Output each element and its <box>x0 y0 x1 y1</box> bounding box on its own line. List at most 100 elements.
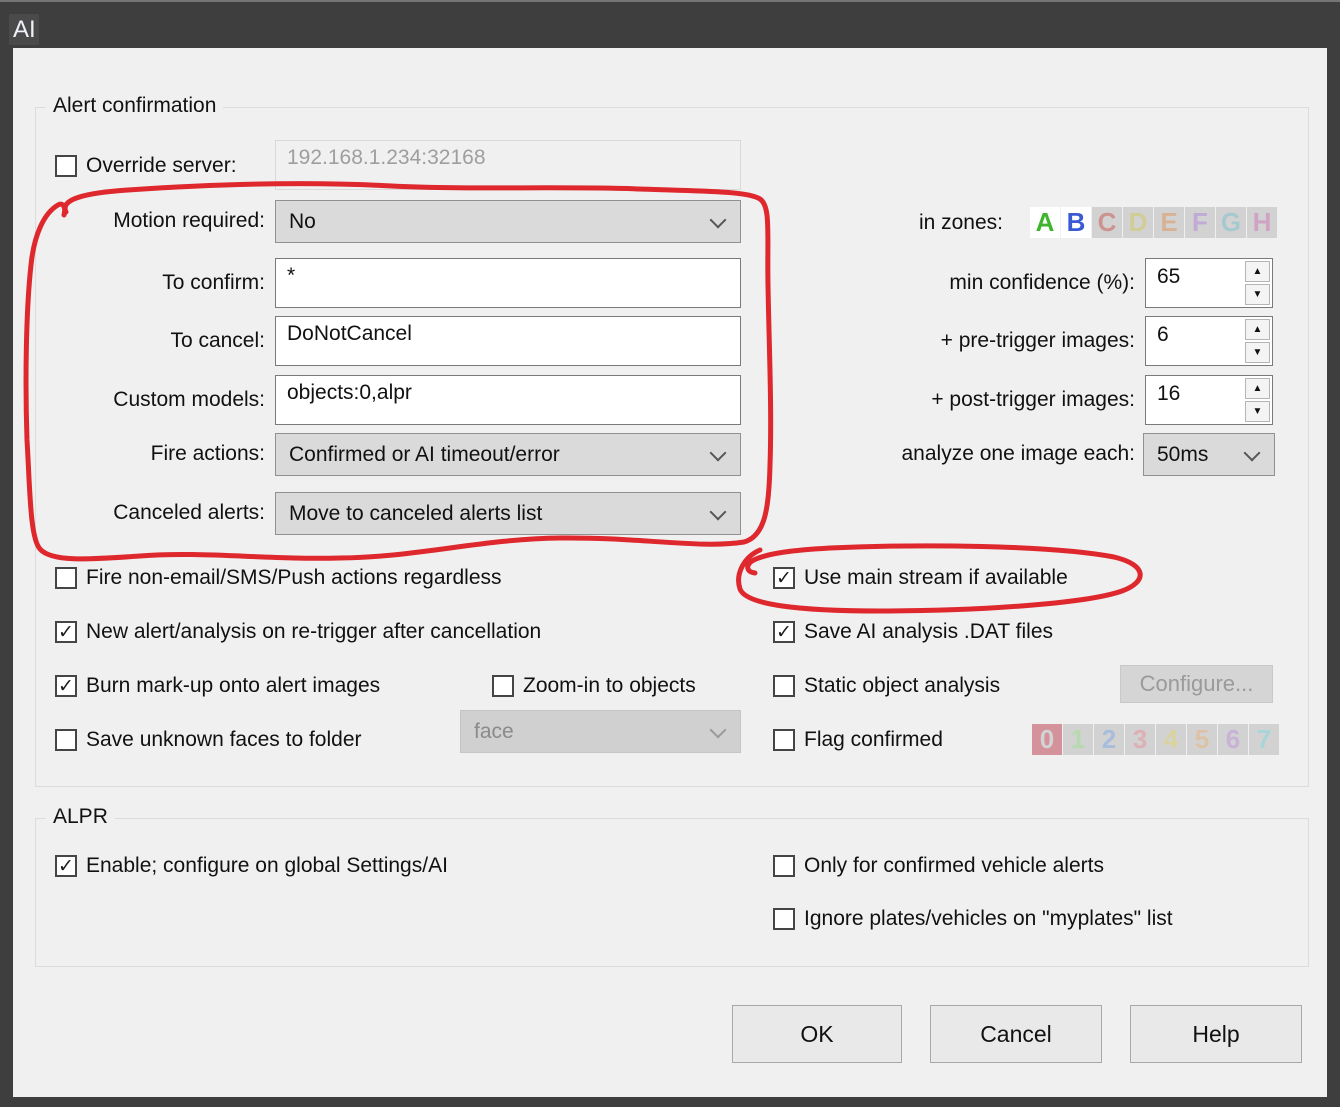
flag-digit-tile-4[interactable]: 4 <box>1156 724 1186 755</box>
flag-digit-tile-3[interactable]: 3 <box>1125 724 1155 755</box>
flag-digit-tile-5[interactable]: 5 <box>1187 724 1217 755</box>
checkbox-box[interactable]: ✓ <box>55 621 77 643</box>
use-main-stream-checkbox[interactable]: ✓ Use main stream if available <box>773 566 1068 590</box>
zone-tile-c[interactable]: C <box>1092 207 1122 238</box>
chevron-down-icon <box>710 721 727 738</box>
post-trigger-label: + post-trigger images: <box>775 388 1135 412</box>
flag-digit-tile-7[interactable]: 7 <box>1249 724 1279 755</box>
ok-button[interactable]: OK <box>732 1005 902 1063</box>
flag-digit-tile-2[interactable]: 2 <box>1094 724 1124 755</box>
chevron-down-icon <box>710 503 727 520</box>
override-server-label: Override server: <box>86 154 237 178</box>
checkbox-label: Save AI analysis .DAT files <box>804 620 1053 644</box>
zone-tile-f[interactable]: F <box>1185 207 1215 238</box>
custom-models-label: Custom models: <box>35 388 265 412</box>
chevron-down-icon <box>1244 444 1261 461</box>
zone-tile-d[interactable]: D <box>1123 207 1153 238</box>
motion-required-label: Motion required: <box>35 209 265 233</box>
checkbox-label: Static object analysis <box>804 674 1000 698</box>
checkbox-box[interactable]: ✓ <box>773 621 795 643</box>
checkbox-box[interactable] <box>773 675 795 697</box>
pre-trigger-spinner[interactable]: 6 ▲▼ <box>1145 316 1273 366</box>
min-confidence-spinner[interactable]: 65 ▲▼ <box>1145 258 1273 308</box>
flag-digit-tile-6[interactable]: 6 <box>1218 724 1248 755</box>
alpr-ignore-plates-checkbox[interactable]: Ignore plates/vehicles on "myplates" lis… <box>773 907 1173 931</box>
zone-tiles: ABCDEFGH <box>1030 207 1277 238</box>
flag-digit-tiles: 01234567 <box>1032 724 1279 755</box>
checkbox-box[interactable] <box>773 855 795 877</box>
pre-trigger-value[interactable]: 6 <box>1157 323 1169 347</box>
to-confirm-label: To confirm: <box>35 271 265 295</box>
override-server-checkbox[interactable]: Override server: <box>55 154 237 178</box>
checkbox-box[interactable]: ✓ <box>55 855 77 877</box>
checkbox-box[interactable]: ✓ <box>55 675 77 697</box>
cancel-button[interactable]: Cancel <box>930 1005 1102 1063</box>
checkbox-label: Zoom-in to objects <box>523 674 696 698</box>
checkbox-label: Use main stream if available <box>804 566 1068 590</box>
canceled-alerts-value: Move to canceled alerts list <box>289 502 542 526</box>
configure-button: Configure... <box>1120 665 1273 703</box>
checkbox-box[interactable] <box>492 675 514 697</box>
zone-tile-h[interactable]: H <box>1247 207 1277 238</box>
flag-digit-tile-1[interactable]: 1 <box>1063 724 1093 755</box>
checkbox-label: Enable; configure on global Settings/AI <box>86 854 448 878</box>
checkbox-box[interactable] <box>55 729 77 751</box>
override-server-field[interactable]: 192.168.1.234:32168 <box>275 140 741 190</box>
checkbox-label: Burn mark-up onto alert images <box>86 674 380 698</box>
checkbox-box[interactable]: ✓ <box>773 567 795 589</box>
save-faces-checkbox[interactable]: Save unknown faces to folder <box>55 728 362 752</box>
custom-models-input[interactable]: objects:0,alpr <box>275 375 741 425</box>
checkbox-box[interactable] <box>55 155 77 177</box>
zoom-in-objects-checkbox[interactable]: Zoom-in to objects <box>492 674 696 698</box>
post-trigger-spinner[interactable]: 16 ▲▼ <box>1145 375 1273 425</box>
min-confidence-label: min confidence (%): <box>775 271 1135 295</box>
spin-up-button[interactable]: ▲ <box>1245 378 1270 399</box>
checkbox-box[interactable] <box>773 729 795 751</box>
analyze-each-label: analyze one image each: <box>775 442 1135 466</box>
checkbox-label: New alert/analysis on re-trigger after c… <box>86 620 541 644</box>
help-button[interactable]: Help <box>1130 1005 1302 1063</box>
motion-required-value: No <box>289 210 316 234</box>
checkbox-label: Ignore plates/vehicles on "myplates" lis… <box>804 907 1173 931</box>
zone-tile-a[interactable]: A <box>1030 207 1060 238</box>
canceled-alerts-label: Canceled alerts: <box>35 501 265 525</box>
spin-up-button[interactable]: ▲ <box>1245 319 1270 340</box>
alpr-only-confirmed-checkbox[interactable]: Only for confirmed vehicle alerts <box>773 854 1104 878</box>
burn-markup-checkbox[interactable]: ✓ Burn mark-up onto alert images <box>55 674 380 698</box>
checkbox-box[interactable] <box>55 567 77 589</box>
faces-folder-value: face <box>474 720 514 744</box>
analyze-each-select[interactable]: 50ms <box>1143 433 1275 476</box>
fire-non-email-checkbox[interactable]: Fire non-email/SMS/Push actions regardle… <box>55 566 502 590</box>
to-cancel-label: To cancel: <box>35 329 265 353</box>
post-trigger-value[interactable]: 16 <box>1157 382 1180 406</box>
checkbox-box[interactable] <box>773 908 795 930</box>
motion-required-select[interactable]: No <box>275 200 741 243</box>
spin-up-button[interactable]: ▲ <box>1245 261 1270 282</box>
to-cancel-input[interactable]: DoNotCancel <box>275 316 741 366</box>
zone-tile-b[interactable]: B <box>1061 207 1091 238</box>
chevron-down-icon <box>710 444 727 461</box>
ai-settings-dialog: Alert confirmation Override server: 192.… <box>13 48 1327 1097</box>
checkbox-label: Flag confirmed <box>804 728 943 752</box>
fire-actions-label: Fire actions: <box>35 442 265 466</box>
new-alert-retrigger-checkbox[interactable]: ✓ New alert/analysis on re-trigger after… <box>55 620 541 644</box>
fire-actions-select[interactable]: Confirmed or AI timeout/error <box>275 433 741 476</box>
ai-settings-window: AI Alert confirmation Override server: 1… <box>0 0 1340 1107</box>
static-object-checkbox[interactable]: Static object analysis <box>773 674 1000 698</box>
zone-tile-g[interactable]: G <box>1216 207 1246 238</box>
fire-actions-value: Confirmed or AI timeout/error <box>289 443 560 467</box>
zone-tile-e[interactable]: E <box>1154 207 1184 238</box>
save-dat-files-checkbox[interactable]: ✓ Save AI analysis .DAT files <box>773 620 1053 644</box>
alpr-enable-checkbox[interactable]: ✓ Enable; configure on global Settings/A… <box>55 854 448 878</box>
analyze-each-value: 50ms <box>1157 443 1208 467</box>
min-confidence-value[interactable]: 65 <box>1157 265 1180 289</box>
flag-digit-tile-0[interactable]: 0 <box>1032 724 1062 755</box>
flag-confirmed-checkbox[interactable]: Flag confirmed <box>773 728 943 752</box>
spin-down-button[interactable]: ▼ <box>1245 342 1270 363</box>
spin-down-button[interactable]: ▼ <box>1245 284 1270 305</box>
to-confirm-input[interactable]: * <box>275 258 741 308</box>
spin-down-button[interactable]: ▼ <box>1245 401 1270 422</box>
checkbox-label: Only for confirmed vehicle alerts <box>804 854 1104 878</box>
window-top-edge <box>0 0 1340 2</box>
canceled-alerts-select[interactable]: Move to canceled alerts list <box>275 492 741 535</box>
